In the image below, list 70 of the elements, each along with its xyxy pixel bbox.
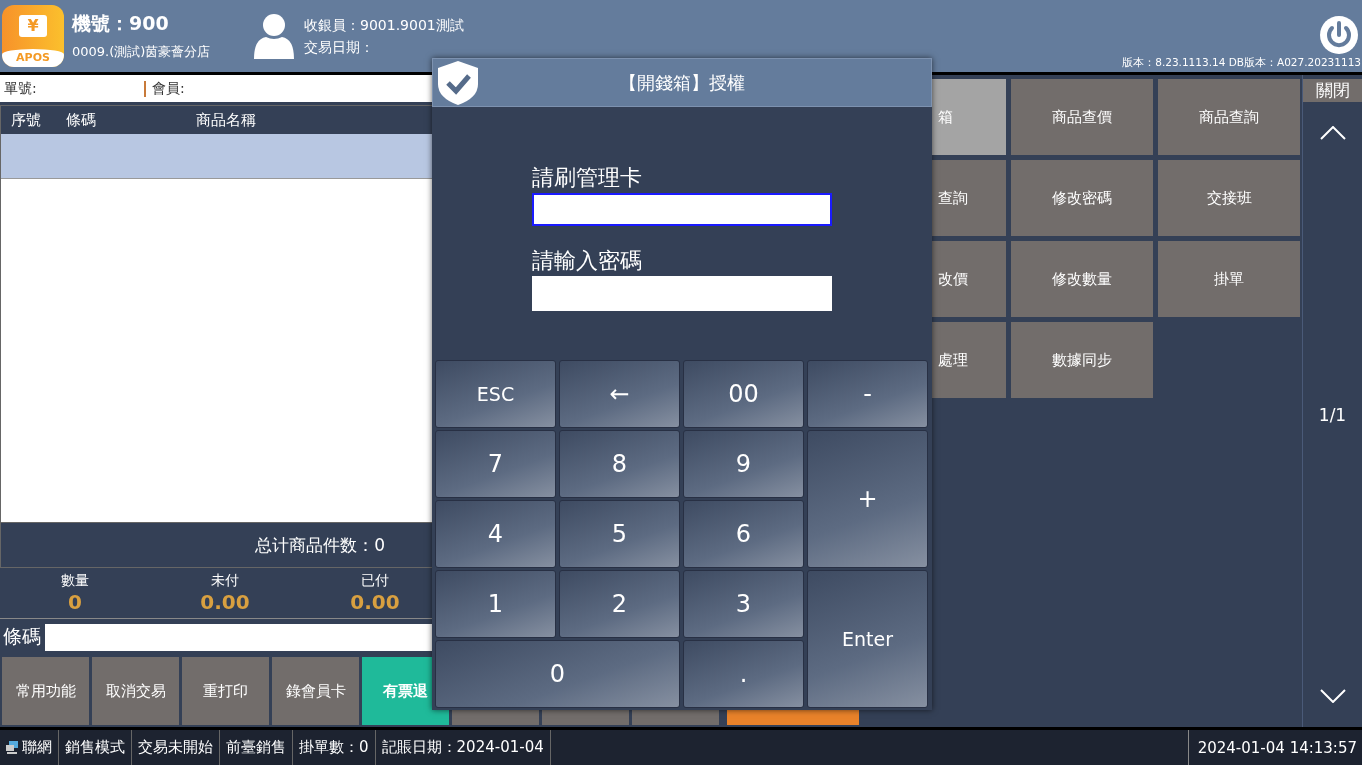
keypad-key[interactable]: 8 — [559, 430, 680, 498]
keypad-key[interactable]: 3 — [683, 570, 804, 638]
status-item: 掛單數：0 — [299, 738, 369, 757]
column-header: 序號 — [10, 110, 42, 130]
cashier-label: 收銀員：9001.9001測試 — [304, 16, 464, 35]
keypad-key[interactable]: 5 — [559, 500, 680, 568]
keypad-key[interactable]: ESC — [435, 360, 556, 428]
status-item: 銷售模式 — [65, 738, 125, 757]
function-button[interactable]: 商品查詢 — [1158, 79, 1300, 155]
order-number-label: 單號: — [3, 79, 38, 98]
keypad-key[interactable]: 7 — [435, 430, 556, 498]
summary-label: 數量 — [61, 572, 89, 590]
keypad-key[interactable]: 4 — [435, 500, 556, 568]
keypad-key[interactable]: ← — [559, 360, 680, 428]
summary-value: 0.00 — [350, 590, 400, 614]
keypad-key[interactable]: 1 — [435, 570, 556, 638]
function-button[interactable]: 取消交易 — [92, 657, 179, 725]
function-button[interactable]: 常用功能 — [2, 657, 89, 725]
dialog-title: 【開錢箱】授權 — [619, 70, 745, 95]
keypad-key[interactable]: 6 — [683, 500, 804, 568]
trade-date-label: 交易日期： — [304, 38, 375, 57]
close-button[interactable]: 關閉 — [1303, 79, 1362, 102]
input-field[interactable] — [532, 193, 832, 226]
keypad-key[interactable]: Enter — [807, 570, 928, 708]
keypad-key[interactable]: - — [807, 360, 928, 428]
function-button[interactable]: 數據同步 — [1011, 322, 1153, 398]
network-icon — [6, 741, 19, 754]
total-count-label: 总计商品件数：0 — [255, 533, 385, 557]
function-button[interactable]: 修改數量 — [1011, 241, 1153, 317]
column-header: 商品名稱 — [196, 110, 257, 130]
keypad-key[interactable]: 9 — [683, 430, 804, 498]
user-icon — [252, 13, 296, 59]
summary-value: 0 — [68, 590, 82, 614]
barcode-label: 條碼 — [3, 624, 41, 649]
function-button[interactable]: 重打印 — [182, 657, 269, 725]
status-item: 聯網 — [22, 738, 52, 757]
status-item: 前臺銷售 — [226, 738, 286, 757]
keypad-key[interactable]: 0 — [435, 640, 680, 708]
datetime-label: 2024-01-04 14:13:57 — [1197, 738, 1357, 757]
status-item: 交易未開始 — [138, 738, 213, 757]
page-indicator: 1/1 — [1318, 404, 1347, 425]
keypad-key[interactable]: . — [683, 640, 804, 708]
summary-label: 未付 — [211, 572, 239, 590]
function-button[interactable]: 掛單 — [1158, 241, 1300, 317]
logo-label: APOS — [2, 49, 64, 67]
function-button[interactable]: 錄會員卡 — [272, 657, 359, 725]
shield-check-icon — [436, 59, 480, 106]
machine-number: 機號：900 — [72, 11, 170, 36]
member-label: 會員: — [152, 79, 185, 98]
summary-value: 0.00 — [200, 590, 250, 614]
function-button[interactable]: 查詢 — [932, 160, 1006, 236]
summary-label: 已付 — [361, 572, 389, 590]
logo-symbol: ¥ — [19, 15, 47, 37]
field-label: 請輸入密碼 — [532, 247, 643, 275]
chevron-up-icon[interactable] — [1319, 126, 1346, 140]
function-button[interactable]: 交接班 — [1158, 160, 1300, 236]
chevron-down-icon[interactable] — [1319, 689, 1346, 703]
field-label: 請刷管理卡 — [532, 164, 643, 192]
column-header: 條碼 — [66, 110, 97, 130]
function-button[interactable]: 改價 — [932, 241, 1006, 317]
function-button[interactable]: 處理 — [932, 322, 1006, 398]
version-label: 版本：8.23.1113.14 DB版本：A027.20231113 — [1122, 56, 1361, 70]
function-button[interactable]: 商品查價 — [1011, 79, 1153, 155]
function-button[interactable]: 修改密碼 — [1011, 160, 1153, 236]
power-icon[interactable] — [1320, 16, 1358, 54]
status-item: 記賬日期：2024-01-04 — [381, 738, 544, 757]
keypad-key[interactable]: 00 — [683, 360, 804, 428]
keypad-key[interactable]: 2 — [559, 570, 680, 638]
keypad-key[interactable]: + — [807, 430, 928, 568]
store-name: 0009.(測試)茵豪薈分店 — [72, 43, 212, 61]
